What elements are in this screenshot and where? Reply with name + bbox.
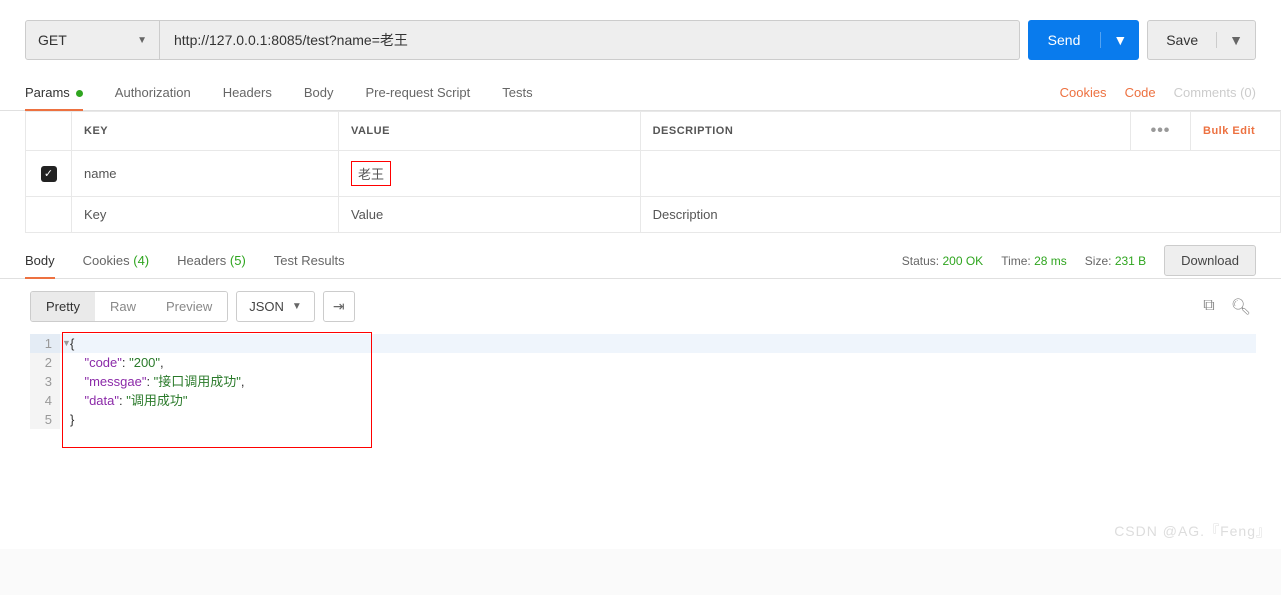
caret-down-icon: ▼ [137,35,147,46]
send-button[interactable]: Send ▼ [1028,20,1140,60]
key-cell[interactable]: name [72,151,339,197]
save-button[interactable]: Save ▼ [1147,20,1256,60]
cookies-link[interactable]: Cookies [1060,85,1107,100]
tab-tests[interactable]: Tests [502,75,532,110]
method-select[interactable]: GET ▼ [25,20,160,60]
params-table: KEY VALUE DESCRIPTION ••• Bulk Edit ✓ na… [25,111,1281,233]
url-input[interactable]: http://127.0.0.1:8085/test?name=老王 [160,20,1020,60]
tab-params[interactable]: Params [25,75,83,110]
tab-prerequest[interactable]: Pre-request Script [365,75,470,110]
method-label: GET [38,32,67,48]
size-label: Size: 231 B [1085,254,1146,268]
more-header[interactable]: ••• [1131,112,1191,151]
copy-icon[interactable]: ⧉ [1203,297,1214,317]
bulk-header: Bulk Edit [1191,112,1281,151]
value-header: VALUE [338,112,640,151]
tab-body[interactable]: Body [304,75,334,110]
tab-headers[interactable]: Headers [223,75,272,110]
comments-link[interactable]: Comments (0) [1174,85,1256,100]
time-label: Time: 28 ms [1001,254,1067,268]
ellipsis-icon: ••• [1151,122,1171,139]
key-header: KEY [72,112,339,151]
desc-cell[interactable] [640,151,1280,197]
view-preview[interactable]: Preview [151,292,227,321]
watermark: CSDN @AG.『Feng』 [1114,521,1271,541]
format-select[interactable]: JSON▼ [236,291,315,322]
view-mode-group: Pretty Raw Preview [30,291,228,322]
resp-tab-testresults[interactable]: Test Results [274,243,345,278]
caret-down-icon: ▼ [292,301,302,312]
value-placeholder[interactable]: Value [338,197,640,233]
response-body-code[interactable]: 1▼{ 2 "code": "200", 3 "messgae": "接口调用成… [30,334,1256,549]
code-link[interactable]: Code [1125,85,1156,100]
resp-tab-headers[interactable]: Headers (5) [177,243,246,278]
wrap-icon: ⇥ [333,298,345,314]
row-checkbox[interactable]: ✓ [41,166,57,182]
download-button[interactable]: Download [1164,245,1256,276]
search-icon[interactable]: 🔍︎ [1231,297,1251,317]
value-highlight: 老王 [351,161,391,186]
format-bar: Pretty Raw Preview JSON▼ ⇥ ⧉ 🔍︎ [0,279,1281,334]
tab-authorization[interactable]: Authorization [115,75,191,110]
value-cell[interactable]: 老王 [338,151,640,197]
view-raw[interactable]: Raw [95,292,151,321]
table-row-empty: Key Value Description [26,197,1281,233]
resp-tab-cookies[interactable]: Cookies (4) [83,243,149,278]
send-caret-icon[interactable]: ▼ [1101,32,1139,48]
response-tabs: Body Cookies (4) Headers (5) Test Result… [0,243,1281,279]
wrap-button[interactable]: ⇥ [323,291,355,322]
key-placeholder[interactable]: Key [72,197,339,233]
resp-tab-body[interactable]: Body [25,243,55,278]
status-label: Status: 200 OK [902,254,983,268]
fold-icon[interactable]: ▼ [62,334,71,353]
send-label: Send [1028,32,1102,48]
checkbox-header [26,112,72,151]
table-row: ✓ name 老王 [26,151,1281,197]
save-label: Save [1148,32,1217,48]
view-pretty[interactable]: Pretty [31,292,95,321]
desc-header: DESCRIPTION [640,112,1130,151]
bulk-edit-link[interactable]: Bulk Edit [1203,125,1255,137]
save-caret-icon[interactable]: ▼ [1217,32,1255,48]
desc-placeholder[interactable]: Description [640,197,1280,233]
params-dot-icon [76,90,83,97]
request-tabs: Params Authorization Headers Body Pre-re… [0,75,1281,111]
url-text: http://127.0.0.1:8085/test?name=老王 [174,30,408,50]
